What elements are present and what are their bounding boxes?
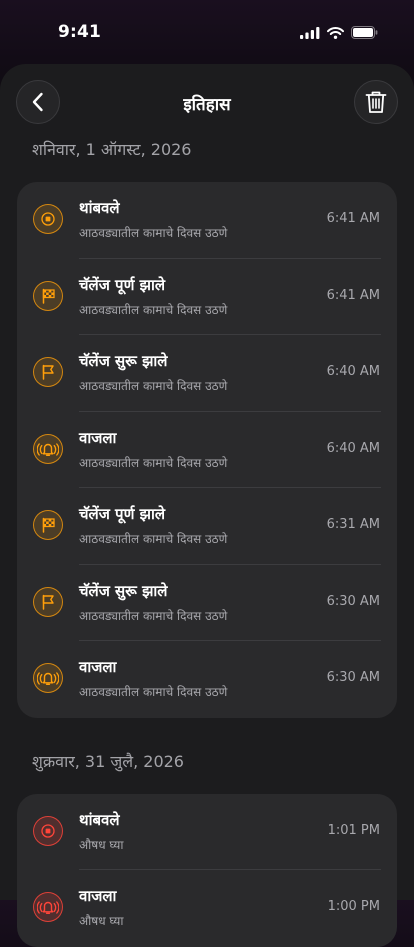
alarm-name: आठवड्यातील कामाचे दिवस उठणे: [79, 532, 228, 546]
section-date-header: शनिवार, 1 ऑगस्ट, 2026: [32, 140, 192, 159]
event-title: वाजला: [79, 887, 117, 905]
stop-icon: [33, 204, 63, 234]
alarm-name: आठवड्यातील कामाचे दिवस उठणे: [79, 226, 228, 240]
alarm-name: आठवड्यातील कामाचे दिवस उठणे: [79, 379, 228, 393]
history-row[interactable]: चॅलेंज पूर्ण झाले आठवड्यातील कामाचे दिवस …: [17, 488, 397, 565]
stop-icon: [33, 815, 63, 846]
event-title: वाजला: [79, 658, 117, 676]
checkered-flag-icon: [33, 280, 63, 311]
status-icons: [300, 26, 378, 39]
alarm-name: आठवड्यातील कामाचे दिवस उठणे: [79, 302, 228, 317]
event-title: वाजला: [79, 428, 117, 447]
flag-icon: [33, 586, 63, 617]
alarm-name: आठवड्यातील कामाचे दिवस उठणे: [79, 455, 228, 470]
status-bar: 9:41: [0, 0, 414, 64]
event-title: थांबवले: [79, 199, 120, 217]
ringing-bell-icon: [33, 663, 63, 693]
delete-history-button[interactable]: [354, 80, 398, 124]
section-date-header: शुक्रवार, 31 जुलै, 2026: [32, 751, 184, 771]
history-row[interactable]: वाजला आठवड्यातील कामाचे दिवस उठणे 6:40 AM: [17, 412, 397, 488]
event-time: 6:40 AM: [326, 364, 380, 379]
alarm-name: औषध घ्या: [79, 837, 124, 852]
event-time: 1:00 PM: [327, 899, 380, 914]
event-title: चॅलेंज पूर्ण झाले: [79, 505, 166, 523]
event-time: 6:30 AM: [326, 593, 380, 609]
history-row[interactable]: चॅलेंज पूर्ण झाले आठवड्यातील कामाचे दिवस …: [17, 259, 397, 335]
history-row[interactable]: वाजला आठवड्यातील कामाचे दिवस उठणे 6:30 AM: [17, 641, 397, 718]
event-title: चॅलेंज सुरू झाले: [79, 581, 168, 600]
flag-icon: [33, 357, 63, 387]
event-time: 6:31 AM: [326, 517, 380, 532]
history-row[interactable]: थांबवले आठवड्यातील कामाचे दिवस उठणे 6:41 A…: [17, 182, 397, 259]
event-title: चॅलेंज सुरू झाले: [79, 352, 168, 370]
page-title: इतिहास: [183, 95, 231, 115]
history-card: थांबवले औषध घ्या 1:01 PM वाजला औषध घ्या 1:00 …: [17, 793, 397, 947]
event-time: 6:41 AM: [326, 287, 380, 303]
event-time: 6:40 AM: [326, 440, 380, 456]
battery-icon: [351, 26, 378, 39]
checkered-flag-icon: [33, 510, 63, 540]
wifi-icon: [327, 26, 344, 39]
status-time: 9:41: [58, 22, 102, 42]
trash-icon: [365, 91, 387, 113]
alarm-name: आठवड्यातील कामाचे दिवस उठणे: [79, 608, 228, 623]
alarm-name: औषध घ्या: [79, 914, 124, 928]
alarm-name: आठवड्यातील कामाचे दिवस उठणे: [79, 685, 228, 699]
history-row[interactable]: चॅलेंज सुरू झाले आठवड्यातील कामाचे दिवस उ…: [17, 335, 397, 412]
event-time: 1:01 PM: [327, 822, 380, 838]
signal-icon: [300, 26, 320, 39]
ringing-bell-icon: [33, 433, 63, 464]
event-time: 6:30 AM: [326, 670, 380, 685]
event-time: 6:41 AM: [326, 211, 380, 226]
ringing-bell-icon: [33, 892, 63, 922]
history-sheet: इतिहास शनिवार, 1 ऑगस्ट, 2026 थांबवले आठवड्…: [0, 64, 414, 947]
event-title: चॅलेंज पूर्ण झाले: [79, 275, 166, 294]
history-card: थांबवले आठवड्यातील कामाचे दिवस उठणे 6:41 A…: [17, 182, 397, 718]
history-row[interactable]: वाजला औषध घ्या 1:00 PM: [17, 870, 397, 947]
event-title: थांबवले: [79, 810, 120, 829]
history-row[interactable]: थांबवले औषध घ्या 1:01 PM: [17, 794, 397, 870]
history-row[interactable]: चॅलेंज सुरू झाले आठवड्यातील कामाचे दिवस उ…: [17, 565, 397, 641]
